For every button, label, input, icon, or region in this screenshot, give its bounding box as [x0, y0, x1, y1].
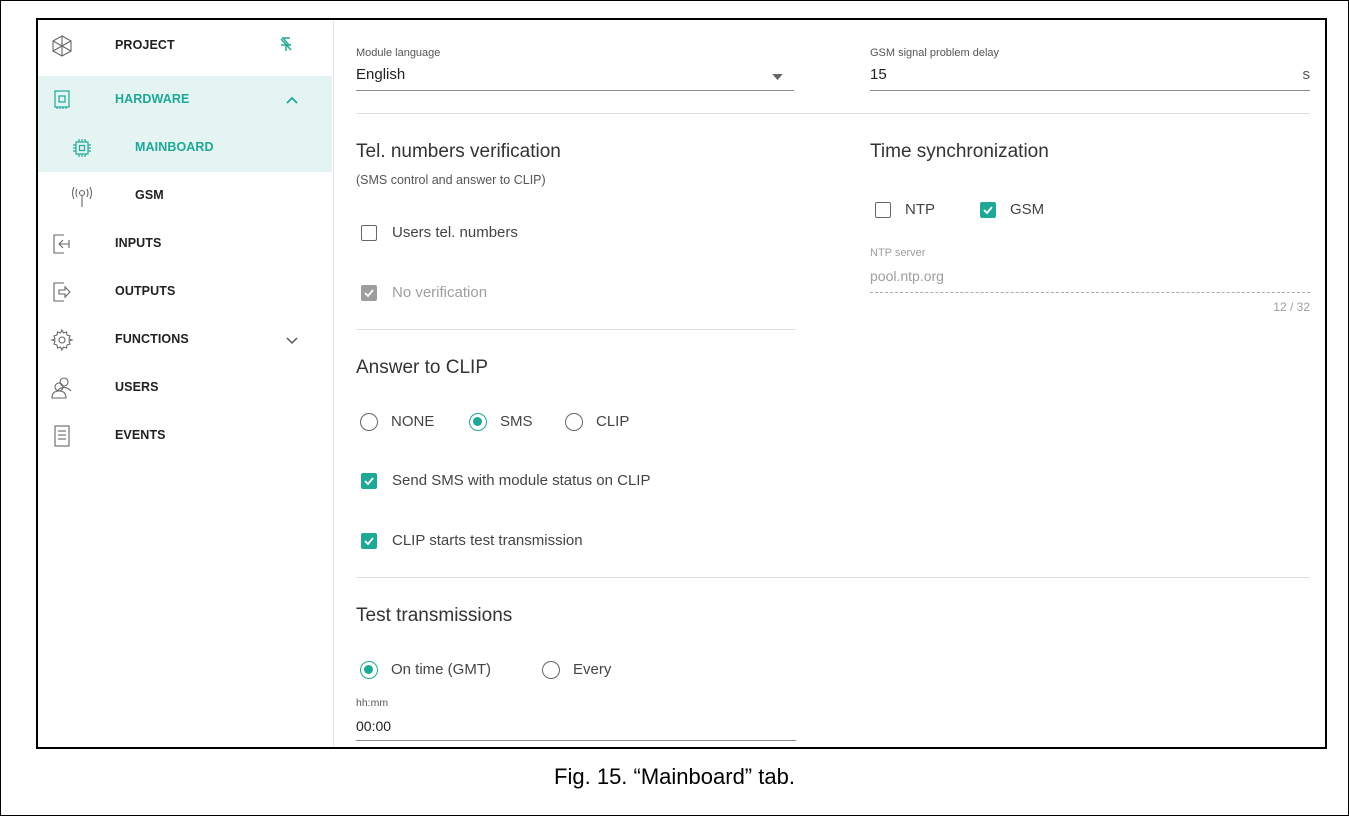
ntp-server-underline: [870, 292, 1310, 293]
on-time-label: On time (GMT): [391, 661, 491, 678]
no-verification-label: No verification: [392, 284, 488, 301]
answer-clip-title: Answer to CLIP: [356, 357, 488, 378]
section-divider: [356, 577, 1310, 578]
gsm-delay-label: GSM signal problem delay: [870, 47, 1000, 59]
mainboard-panel: Module language English GSM signal probl…: [334, 20, 1325, 747]
ntp-server-label: NTP server: [870, 247, 926, 259]
sidebar-item-project[interactable]: PROJECT: [38, 22, 332, 70]
tel-verification-note: (SMS control and answer to CLIP): [356, 173, 546, 187]
section-divider: [356, 113, 1310, 114]
answer-none-label: NONE: [391, 413, 435, 430]
module-language-label: Module language: [356, 47, 441, 59]
figure-caption: Fig. 15. “Mainboard” tab.: [554, 764, 795, 789]
answer-sms-radio[interactable]: [469, 413, 487, 431]
sidebar: PROJECT HARDWARE MAINBOARD GSM INPUTS OU…: [38, 20, 334, 747]
time-sync-title: Time synchronization: [870, 141, 1049, 162]
gsm-sync-checkbox[interactable]: [980, 202, 996, 218]
module-language-value: English: [356, 66, 406, 83]
sidebar-item-label: FUNCTIONS: [115, 332, 189, 346]
clip-test-checkbox[interactable]: [361, 533, 377, 549]
sidebar-item-mainboard[interactable]: MAINBOARD: [38, 124, 332, 172]
every-label: Every: [573, 661, 612, 678]
module-language-underline: [356, 90, 794, 91]
ntp-label: NTP: [905, 201, 935, 218]
gsm-delay-unit: s: [1302, 66, 1311, 83]
sidebar-item-gsm[interactable]: GSM: [38, 172, 332, 220]
time-underline: [356, 740, 796, 741]
sidebar-item-label: INPUTS: [115, 236, 162, 250]
section-divider: [356, 329, 796, 330]
send-sms-status-label: Send SMS with module status on CLIP: [392, 472, 651, 489]
sidebar-item-label: EVENTS: [115, 428, 166, 442]
tel-verification-title: Tel. numbers verification: [356, 141, 561, 162]
every-radio[interactable]: [542, 661, 560, 679]
mainboard-icon: [73, 139, 91, 157]
time-input[interactable]: 00:00: [356, 718, 391, 734]
gsm-delay-value: 15: [870, 66, 887, 83]
answer-clip-radio[interactable]: [565, 413, 583, 431]
functions-gear-icon: [50, 328, 74, 352]
answer-sms-label: SMS: [500, 413, 533, 430]
time-field-label: hh:mm: [356, 697, 389, 709]
answer-none-radio[interactable]: [360, 413, 378, 431]
no-verification-checkbox: [361, 285, 377, 301]
users-icon: [51, 377, 72, 399]
sidebar-item-label: HARDWARE: [115, 92, 190, 106]
clip-test-label: CLIP starts test transmission: [392, 532, 583, 549]
ntp-server-input[interactable]: pool.ntp.org: [870, 268, 944, 284]
sidebar-item-label: USERS: [115, 380, 159, 394]
check-icon: [983, 206, 993, 215]
on-time-radio[interactable]: [360, 661, 378, 679]
ntp-checkbox[interactable]: [875, 202, 891, 218]
gsm-delay-input[interactable]: 15 s: [870, 64, 1310, 92]
outputs-icon: [53, 282, 71, 302]
app-window: PROJECT HARDWARE MAINBOARD GSM INPUTS OU…: [36, 18, 1327, 749]
gsm-antenna-icon: [71, 186, 93, 207]
project-icon: [52, 35, 72, 57]
send-sms-status-checkbox[interactable]: [361, 473, 377, 489]
ntp-server-counter: 12 / 32: [1273, 300, 1310, 314]
chevron-down-icon[interactable]: [284, 332, 300, 348]
sidebar-item-label: GSM: [135, 188, 164, 202]
module-language-select[interactable]: English: [356, 64, 794, 92]
sidebar-item-label: PROJECT: [115, 38, 175, 52]
inputs-icon: [53, 234, 70, 254]
sidebar-item-events[interactable]: EVENTS: [38, 412, 332, 460]
check-icon: [364, 537, 374, 546]
sidebar-item-outputs[interactable]: OUTPUTS: [38, 268, 332, 316]
users-tel-numbers-label: Users tel. numbers: [392, 224, 518, 241]
sidebar-item-functions[interactable]: FUNCTIONS: [38, 316, 332, 364]
hardware-chip-icon: [54, 90, 70, 109]
gsm-delay-underline: [870, 90, 1310, 91]
pin-icon[interactable]: [278, 36, 294, 52]
sidebar-item-label: MAINBOARD: [135, 140, 214, 154]
gsm-sync-label: GSM: [1010, 201, 1045, 218]
sidebar-item-label: OUTPUTS: [115, 284, 176, 298]
answer-clip-label: CLIP: [596, 413, 630, 430]
sidebar-item-hardware[interactable]: HARDWARE: [38, 76, 332, 124]
test-transmissions-title: Test transmissions: [356, 605, 513, 626]
sidebar-item-inputs[interactable]: INPUTS: [38, 220, 332, 268]
check-icon: [364, 477, 374, 486]
check-icon: [364, 289, 374, 298]
events-document-icon: [54, 425, 70, 447]
dropdown-arrow-icon: [772, 74, 783, 81]
sidebar-item-users[interactable]: USERS: [38, 364, 332, 412]
users-tel-numbers-checkbox[interactable]: [361, 225, 377, 241]
chevron-up-icon[interactable]: [284, 92, 300, 108]
